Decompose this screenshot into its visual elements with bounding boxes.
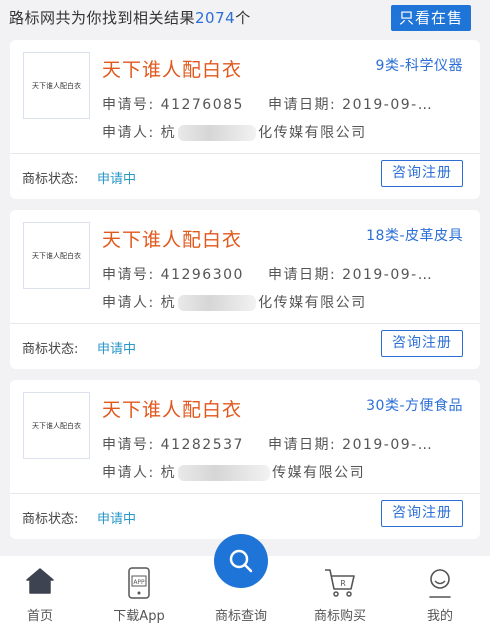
applicant-label: 申请人: [102, 465, 155, 481]
nav-download-app-label: 下载App [113, 609, 165, 624]
trademark-name[interactable]: 天下谁人配白衣 [102, 395, 242, 422]
date-label: 申请日期: [268, 267, 337, 283]
nav-home-label: 首页 [26, 609, 53, 624]
only-selling-button[interactable]: 只看在售 [391, 5, 471, 31]
applicant-start: 杭 [160, 295, 177, 311]
trademark-logo: 天下谁人配白衣 [23, 222, 90, 289]
status-label: 商标状态: [22, 512, 79, 527]
status-label: 商标状态: [22, 172, 79, 187]
applicant-row: 申请人: 杭 传媒有限公司 [102, 462, 365, 482]
application-number-row: 申请号: 41282537 [102, 434, 244, 454]
applicant-end: 化传媒有限公司 [258, 125, 367, 141]
nav-mine-label: 我的 [426, 609, 453, 624]
consult-register-button[interactable]: 咨询注册 [381, 160, 463, 187]
consult-register-button[interactable]: 咨询注册 [381, 330, 463, 357]
applicant-end: 化传媒有限公司 [258, 295, 367, 311]
trademark-logo: 天下谁人配白衣 [23, 52, 90, 119]
trademark-class: 30类-方便食品 [366, 398, 463, 414]
app-no-label: 申请号: [102, 97, 155, 113]
applicant-end: 传媒有限公司 [272, 465, 366, 481]
date-label: 申请日期: [268, 97, 337, 113]
applicant-label: 申请人: [102, 295, 155, 311]
date-value: 2019-09-… [342, 97, 434, 113]
consult-register-button[interactable]: 咨询注册 [381, 500, 463, 527]
applicant-start: 杭 [160, 465, 177, 481]
redacted-blur [178, 465, 271, 481]
status-value: 申请中 [97, 512, 137, 527]
applicant-row: 申请人: 杭 化传媒有限公司 [102, 292, 367, 312]
trademark-class: 9类-科学仪器 [375, 58, 463, 74]
results-header: 路标网共为你找到相关结果2074个 只看在售 [0, 0, 490, 34]
user-icon [429, 569, 451, 598]
nav-trademark-buy[interactable]: R 商标购买 [291, 556, 389, 643]
redacted-blur [178, 125, 257, 141]
svg-text:R: R [340, 579, 346, 588]
app-no-label: 申请号: [102, 437, 155, 453]
nav-trademark-search[interactable]: 商标查询 [192, 534, 290, 643]
applicant-row: 申请人: 杭 化传媒有限公司 [102, 122, 367, 142]
nav-download-app[interactable]: APP 下载App [90, 556, 188, 643]
app-no-value: 41296300 [160, 267, 244, 283]
result-prefix: 路标网共为你找到相关结果 [9, 9, 196, 27]
card-divider [10, 323, 480, 324]
application-date-row: 申请日期: 2019-09-… [268, 94, 433, 114]
result-summary: 路标网共为你找到相关结果2074个 [9, 7, 251, 28]
application-date-row: 申请日期: 2019-09-… [268, 264, 433, 284]
svg-text:APP: APP [133, 579, 145, 586]
trademark-class: 18类-皮革皮具 [366, 228, 463, 244]
app-no-value: 41282537 [160, 437, 244, 453]
trademark-name[interactable]: 天下谁人配白衣 [102, 55, 242, 82]
status-value: 申请中 [97, 342, 137, 357]
nav-trademark-search-label: 商标查询 [214, 609, 267, 624]
applicant-label: 申请人: [102, 125, 155, 141]
result-count: 2074 [195, 9, 236, 27]
nav-mine[interactable]: 我的 [391, 556, 489, 643]
search-fab[interactable] [214, 534, 268, 588]
nav-trademark-buy-label: 商标购买 [313, 609, 366, 624]
status-value: 申请中 [97, 172, 137, 187]
date-value: 2019-09-… [342, 437, 434, 453]
redacted-blur [178, 295, 257, 311]
result-suffix: 个 [235, 9, 251, 27]
trademark-card[interactable]: 天下谁人配白衣 天下谁人配白衣 9类-科学仪器 申请号: 41276085 申请… [10, 40, 480, 199]
application-date-row: 申请日期: 2019-09-… [268, 434, 433, 454]
status-label: 商标状态: [22, 342, 79, 357]
card-divider [10, 153, 480, 154]
card-divider [10, 493, 480, 494]
trademark-card[interactable]: 天下谁人配白衣 天下谁人配白衣 30类-方便食品 申请号: 41282537 申… [10, 380, 480, 539]
trademark-card[interactable]: 天下谁人配白衣 天下谁人配白衣 18类-皮革皮具 申请号: 41296300 申… [10, 210, 480, 369]
search-icon [229, 549, 253, 573]
date-value: 2019-09-… [342, 267, 434, 283]
app-no-value: 41276085 [160, 97, 244, 113]
nav-home[interactable]: 首页 [0, 556, 89, 643]
trademark-logo: 天下谁人配白衣 [23, 392, 90, 459]
phone-app-icon: APP [128, 567, 150, 599]
bottom-nav: 首页 APP 下载App 商标查询 R 商标购买 我的 [0, 534, 490, 643]
cart-icon: R [325, 569, 355, 597]
application-number-row: 申请号: 41276085 [102, 94, 244, 114]
date-label: 申请日期: [268, 437, 337, 453]
applicant-start: 杭 [160, 125, 177, 141]
trademark-name[interactable]: 天下谁人配白衣 [102, 225, 242, 252]
app-no-label: 申请号: [102, 267, 155, 283]
application-number-row: 申请号: 41296300 [102, 264, 244, 284]
home-icon [26, 568, 54, 594]
